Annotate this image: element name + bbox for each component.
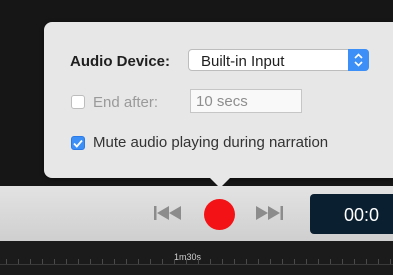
ruler-tick [90,259,91,264]
ruler-tick [270,259,271,264]
ruler-tick [318,259,319,264]
end-after-label: End after: [93,94,159,111]
ruler-tick [330,259,331,264]
ruler-tick [294,259,295,264]
ruler-tick [210,259,211,264]
ruler-tick [174,259,175,264]
end-after-checkbox[interactable] [71,95,85,109]
ruler-tick [66,259,67,264]
checkmark-icon [73,139,83,148]
ruler-tick [126,259,127,264]
timecode-display: 00:0 [310,194,393,234]
end-after-field[interactable]: 10 secs [190,89,302,113]
ruler-tick [30,259,31,264]
ruler-tick [342,259,343,264]
ruler-line [0,264,393,265]
chevron-updown-icon[interactable] [348,49,369,71]
audio-device-select[interactable]: Built-in Input [188,49,369,71]
ruler-tick [114,259,115,264]
ruler-tick [162,259,163,264]
ruler-tick [282,259,283,264]
ruler-tick [222,259,223,264]
ruler-time-label: 1m30s [174,252,202,262]
ruler-tick [366,259,367,264]
timeline-ruler[interactable]: 1m30s [0,241,393,275]
ruler-tick [378,259,379,264]
ruler-tick [186,259,187,264]
ruler-tick [6,259,7,264]
ruler-tick [198,259,199,264]
ruler-tick [258,259,259,264]
skip-forward-icon[interactable] [255,206,283,225]
ruler-tick [78,259,79,264]
ruler-tick [246,259,247,264]
mute-audio-checkbox[interactable] [71,136,85,150]
end-after-placeholder: 10 secs [196,93,248,110]
chevron-updown-icon-glyph [354,53,363,67]
narration-settings-popover: Audio Device: Built-in Input End after: … [44,22,393,178]
ruler-tick [102,259,103,264]
ruler-tick [390,259,391,264]
audio-device-value: Built-in Input [201,53,285,70]
mute-audio-label: Mute audio playing during narration [93,134,329,151]
ruler-tick [354,259,355,264]
ruler-tick [42,259,43,264]
ruler-tick [150,259,151,264]
ruler-tick [18,259,19,264]
ruler-tick [306,259,307,264]
audio-device-label: Audio Device: [70,53,171,70]
rewind-icon[interactable] [154,206,182,225]
playback-toolbar: 00:0 [0,186,393,241]
ruler-tick [54,259,55,264]
timecode-text: 00:0 [344,205,380,225]
ruler-tick [138,259,139,264]
record-icon[interactable] [204,199,235,230]
ruler-tick [234,259,235,264]
